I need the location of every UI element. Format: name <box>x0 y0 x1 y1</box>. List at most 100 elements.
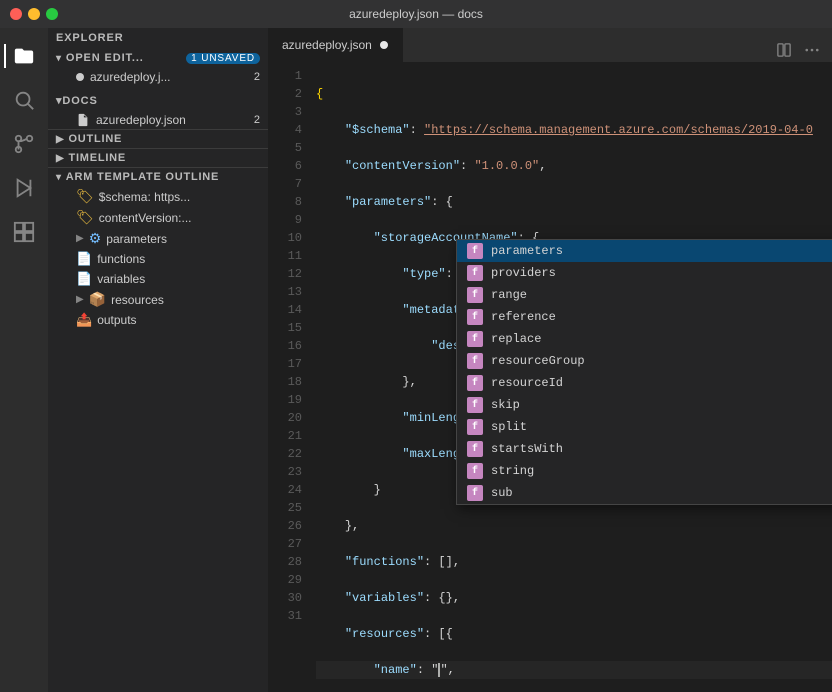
ac-icon-startswith: f <box>467 441 483 457</box>
outputs-icon: 📤 <box>76 312 92 328</box>
files-icon[interactable] <box>4 36 44 76</box>
arm-item-contentversion-label: contentVersion:... <box>99 211 192 225</box>
window-controls[interactable] <box>10 8 58 20</box>
arm-item-schema-label: $schema: https... <box>99 190 190 204</box>
open-editors-section: ▾ OPEN EDIT... 1 UNSAVED azuredeploy.j..… <box>48 48 268 90</box>
split-editor-button[interactable] <box>772 38 796 62</box>
code-line-3: "contentVersion": "1.0.0.0", <box>316 157 832 175</box>
code-editor[interactable]: 12345 678910 1112131415 1617181920 21222… <box>268 63 832 692</box>
arm-outline-chevron: ▾ <box>56 172 62 183</box>
code-line-2: "$schema": "https://schema.management.az… <box>316 121 832 139</box>
ac-item-parameters[interactable]: f parameters (function) parameters... <box>457 240 832 262</box>
search-icon[interactable] <box>4 80 44 120</box>
tab-name: azuredeploy.json <box>282 38 372 52</box>
ac-icon-sub: f <box>467 485 483 501</box>
open-editor-item[interactable]: azuredeploy.j... 2 <box>48 68 268 86</box>
contentversion-icon: 🏷 <box>76 209 94 226</box>
arm-outline-header[interactable]: ▾ ARM TEMPLATE OUTLINE <box>48 168 268 186</box>
outline-chevron: ▶ <box>56 134 64 145</box>
docs-label: DOCS <box>62 95 97 107</box>
ac-icon-providers: f <box>467 265 483 281</box>
outline-header[interactable]: ▶ OUTLINE <box>48 130 268 148</box>
maximize-button[interactable] <box>46 8 58 20</box>
arm-item-contentversion[interactable]: 🏷 contentVersion:... <box>48 207 268 228</box>
ac-item-string[interactable]: f string <box>457 460 832 482</box>
explorer-label: EXPLORER <box>56 32 124 44</box>
autocomplete-dropdown: f parameters (function) parameters... f … <box>456 239 832 505</box>
arm-item-parameters-label: parameters <box>106 232 167 246</box>
ac-item-startswith[interactable]: f startsWith <box>457 438 832 460</box>
ac-icon-resourcegroup: f <box>467 353 483 369</box>
ac-label-startswith: startsWith <box>491 442 832 456</box>
open-editors-label: OPEN EDIT... <box>66 52 144 64</box>
parameters-chevron: ▶ <box>76 233 84 244</box>
ac-label-reference: reference <box>491 310 832 324</box>
schema-icon: 🏷 <box>76 188 94 205</box>
code-line-15: "variables": {}, <box>316 589 832 607</box>
ac-label-range: range <box>491 288 832 302</box>
tab-bar-actions <box>764 38 832 62</box>
arm-item-variables[interactable]: 📄 variables <box>48 269 268 289</box>
ac-label-resourceid: resourceId <box>491 376 832 390</box>
explorer-header[interactable]: EXPLORER <box>48 28 268 48</box>
ac-item-resourceid[interactable]: f resourceId <box>457 372 832 394</box>
arm-item-variables-label: variables <box>97 272 145 286</box>
arm-item-functions[interactable]: 📄 functions <box>48 249 268 269</box>
code-line-13: }, <box>316 517 832 535</box>
ac-item-skip[interactable]: f skip <box>457 394 832 416</box>
timeline-label: TIMELINE <box>68 152 126 164</box>
ac-item-range[interactable]: f range <box>457 284 832 306</box>
unsaved-badge: 1 UNSAVED <box>186 53 260 64</box>
ac-icon-replace: f <box>467 331 483 347</box>
docs-file-badge: 2 <box>254 114 260 126</box>
arm-item-parameters[interactable]: ▶ ⚙ parameters <box>48 228 268 249</box>
ac-item-resourcegroup[interactable]: f resourceGroup <box>457 350 832 372</box>
outline-section: ▶ OUTLINE <box>48 129 268 148</box>
resources-chevron: ▶ <box>76 294 84 305</box>
timeline-header[interactable]: ▶ TIMELINE <box>48 149 268 167</box>
ac-item-sub[interactable]: f sub <box>457 482 832 504</box>
window-title: azuredeploy.json — docs <box>349 7 483 21</box>
docs-file-item[interactable]: azuredeploy.json 2 <box>48 111 268 129</box>
ac-icon-resourceid: f <box>467 375 483 391</box>
code-line-16: "resources": [{ <box>316 625 832 643</box>
docs-file-name: azuredeploy.json <box>96 113 186 127</box>
docs-section: ▾ DOCS azuredeploy.json 2 <box>48 90 268 129</box>
ac-item-reference[interactable]: f reference <box>457 306 832 328</box>
close-button[interactable] <box>10 8 22 20</box>
ac-label-parameters: parameters <box>491 244 832 258</box>
code-line-1: { <box>316 85 832 103</box>
arm-item-resources-label: resources <box>111 293 164 307</box>
parameters-icon: ⚙ <box>89 230 102 247</box>
arm-item-resources[interactable]: ▶ 📦 resources <box>48 289 268 310</box>
tab-modified-dot <box>380 41 388 49</box>
ac-item-replace[interactable]: f replace <box>457 328 832 350</box>
arm-item-schema[interactable]: 🏷 $schema: https... <box>48 186 268 207</box>
open-editors-chevron: ▾ <box>56 53 62 64</box>
ac-label-resourcegroup: resourceGroup <box>491 354 832 368</box>
ac-icon-skip: f <box>467 397 483 413</box>
minimize-button[interactable] <box>28 8 40 20</box>
ac-item-split[interactable]: f split <box>457 416 832 438</box>
ac-icon-parameters: f <box>467 243 483 259</box>
ac-label-string: string <box>491 464 832 478</box>
more-actions-button[interactable] <box>800 38 824 62</box>
tab-bar: azuredeploy.json <box>268 28 832 63</box>
ac-item-providers[interactable]: f providers <box>457 262 832 284</box>
arm-item-outputs[interactable]: 📤 outputs <box>48 310 268 330</box>
source-control-icon[interactable] <box>4 124 44 164</box>
active-tab[interactable]: azuredeploy.json <box>268 28 403 62</box>
open-editor-badge: 2 <box>254 71 260 83</box>
code-line-14: "functions": [], <box>316 553 832 571</box>
docs-header[interactable]: ▾ DOCS <box>48 90 268 111</box>
timeline-section: ▶ TIMELINE <box>48 148 268 167</box>
open-editors-header[interactable]: ▾ OPEN EDIT... 1 UNSAVED <box>48 48 268 68</box>
code-line-4: "parameters": { <box>316 193 832 211</box>
extensions-icon[interactable] <box>4 212 44 252</box>
open-editor-name: azuredeploy.j... <box>90 70 171 84</box>
variables-icon: 📄 <box>76 271 92 287</box>
activity-bar <box>0 28 48 692</box>
run-icon[interactable] <box>4 168 44 208</box>
arm-item-functions-label: functions <box>97 252 145 266</box>
line-numbers: 12345 678910 1112131415 1617181920 21222… <box>268 63 312 692</box>
